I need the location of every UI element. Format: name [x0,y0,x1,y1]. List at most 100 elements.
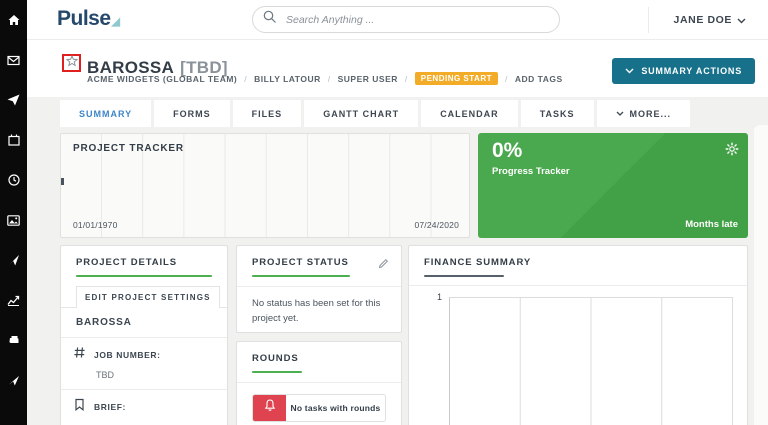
chevron-down-icon [625,66,634,76]
tab-summary[interactable]: SUMMARY [60,100,152,127]
project-details-card: PROJECT DETAILS EDIT PROJECT SETTINGS BA… [60,245,228,425]
sidebar-item-share[interactable] [0,360,27,400]
scrollbar-track[interactable] [754,125,768,425]
sidebar-item-navigate[interactable] [0,240,27,280]
edit-settings-row: EDIT PROJECT SETTINGS [61,277,227,308]
tab-label: GANTT CHART [323,108,400,119]
field-job-number: JOB NUMBER: TBD [61,338,227,390]
sidebar-item-docs[interactable] [0,320,27,360]
edit-project-settings-button[interactable]: EDIT PROJECT SETTINGS [76,286,220,308]
project-tracker-panel: PROJECT TRACKER 01/01/1970 07/24/2020 [60,133,470,238]
tab-files[interactable]: FILES [232,100,302,127]
user-name: JANE DOE [673,14,732,26]
finance-y-axis-tick: 1 [437,292,443,302]
app-window: Pulse◢ JANE DOE BAROSSA[TBD] ACME WIDGET… [0,0,768,425]
sidebar-item-history[interactable] [0,160,27,200]
breadcrumb-team[interactable]: ACME WIDGETS (GLOBAL TEAM) [87,74,237,84]
gear-icon[interactable] [725,142,739,161]
header-divider [648,7,649,33]
tracker-marker [61,178,64,185]
green-underline [76,275,212,277]
progress-percent: 0% [492,139,523,162]
navigation-icon [8,254,20,266]
breadcrumb-separator: / [327,73,331,84]
tracker-end-date: 07/24/2020 [414,220,459,230]
add-tags-link[interactable]: ADD TAGS [515,74,563,84]
search-input[interactable] [284,12,549,27]
tab-label: CALENDAR [440,108,499,119]
clock-icon [7,174,20,186]
sidebar-item-home[interactable] [0,0,27,40]
field-label: JOB NUMBER: [94,350,161,360]
divider [409,285,747,286]
progress-note: Months late [685,219,738,230]
sidebar-item-mail[interactable] [0,40,27,80]
project-tracker-title: PROJECT TRACKER [73,143,184,154]
tab-gantt-chart[interactable]: GANTT CHART [304,100,419,127]
finance-chart-plot [449,297,733,425]
tab-label: FORMS [173,108,211,119]
top-header: Pulse◢ JANE DOE [27,0,768,40]
finance-summary-title: FINANCE SUMMARY [424,257,532,268]
breadcrumb-separator: / [404,73,408,84]
tab-forms[interactable]: FORMS [154,100,230,127]
chevron-down-icon [616,111,624,116]
project-status-card: PROJECT STATUS No status has been set fo… [236,245,402,333]
rounds-empty-message: No tasks with rounds [290,403,381,413]
rounds-empty-state: No tasks with rounds [252,394,386,422]
breadcrumb-separator: / [505,73,508,84]
send-arrow-icon [8,374,20,386]
book-icon [8,335,20,346]
tab-bar: SUMMARY FORMS FILES GANTT CHART CALENDAR… [60,100,691,127]
tab-tasks[interactable]: TASKS [520,100,594,127]
project-title-bar: BAROSSA [TBD] ACME WIDGETS (GLOBAL TEAM) … [27,41,768,97]
breadcrumb-separator: / [244,73,248,84]
favorite-star-button[interactable] [62,54,81,72]
tab-calendar[interactable]: CALENDAR [421,100,518,127]
sidebar-item-reports[interactable] [0,280,27,320]
tab-label: MORE... [629,108,672,119]
breadcrumb-owner[interactable]: BILLY LATOUR [254,74,321,84]
progress-label: Progress Tracker [492,166,570,177]
logo-mark-icon: ◢ [111,16,120,28]
breadcrumb-role[interactable]: SUPER USER [338,74,398,84]
bell-icon [264,399,276,417]
summary-actions-label: SUMMARY ACTIONS [641,66,742,76]
search-icon [263,10,277,29]
user-menu[interactable]: JANE DOE [674,0,746,40]
rounds-title: ROUNDS [252,353,299,364]
chevron-down-icon [737,11,746,29]
edit-pencil-icon[interactable] [378,256,389,274]
details-project-name: BAROSSA [61,308,227,338]
home-icon [8,14,20,26]
tab-label: SUMMARY [79,108,133,119]
star-icon [65,54,78,72]
tracker-start-date: 01/01/1970 [73,220,118,230]
mail-icon [7,55,20,66]
paper-plane-icon [7,94,20,106]
progress-tracker-card: 0% Progress Tracker Months late [478,133,748,238]
project-status-message: No status has been set for this project … [252,298,381,324]
summary-actions-button[interactable]: SUMMARY ACTIONS [612,58,755,84]
status-badge[interactable]: PENDING START [414,72,498,85]
content-area: SUMMARY FORMS FILES GANTT CHART CALENDAR… [27,97,768,425]
bookmark-icon [73,398,86,416]
app-logo-text: Pulse [57,7,111,30]
tab-label: TASKS [539,108,575,119]
slate-underline [424,275,504,277]
bell-button[interactable] [253,395,286,421]
field-brief: BRIEF: [61,390,227,425]
chart-line-icon [7,295,20,306]
sidebar-item-send[interactable] [0,80,27,120]
rounds-card: ROUNDS No tasks with rounds CREATE [236,341,402,425]
tab-more[interactable]: MORE... [596,100,691,127]
project-details-title: PROJECT DETAILS [76,257,177,268]
divider [237,382,401,383]
sidebar-item-media[interactable] [0,200,27,240]
tab-label: FILES [251,108,283,119]
app-logo[interactable]: Pulse◢ [57,7,120,31]
sidebar [0,0,27,425]
global-search[interactable] [252,6,560,33]
sidebar-item-calendar[interactable] [0,120,27,160]
field-value: TBD [96,370,114,380]
